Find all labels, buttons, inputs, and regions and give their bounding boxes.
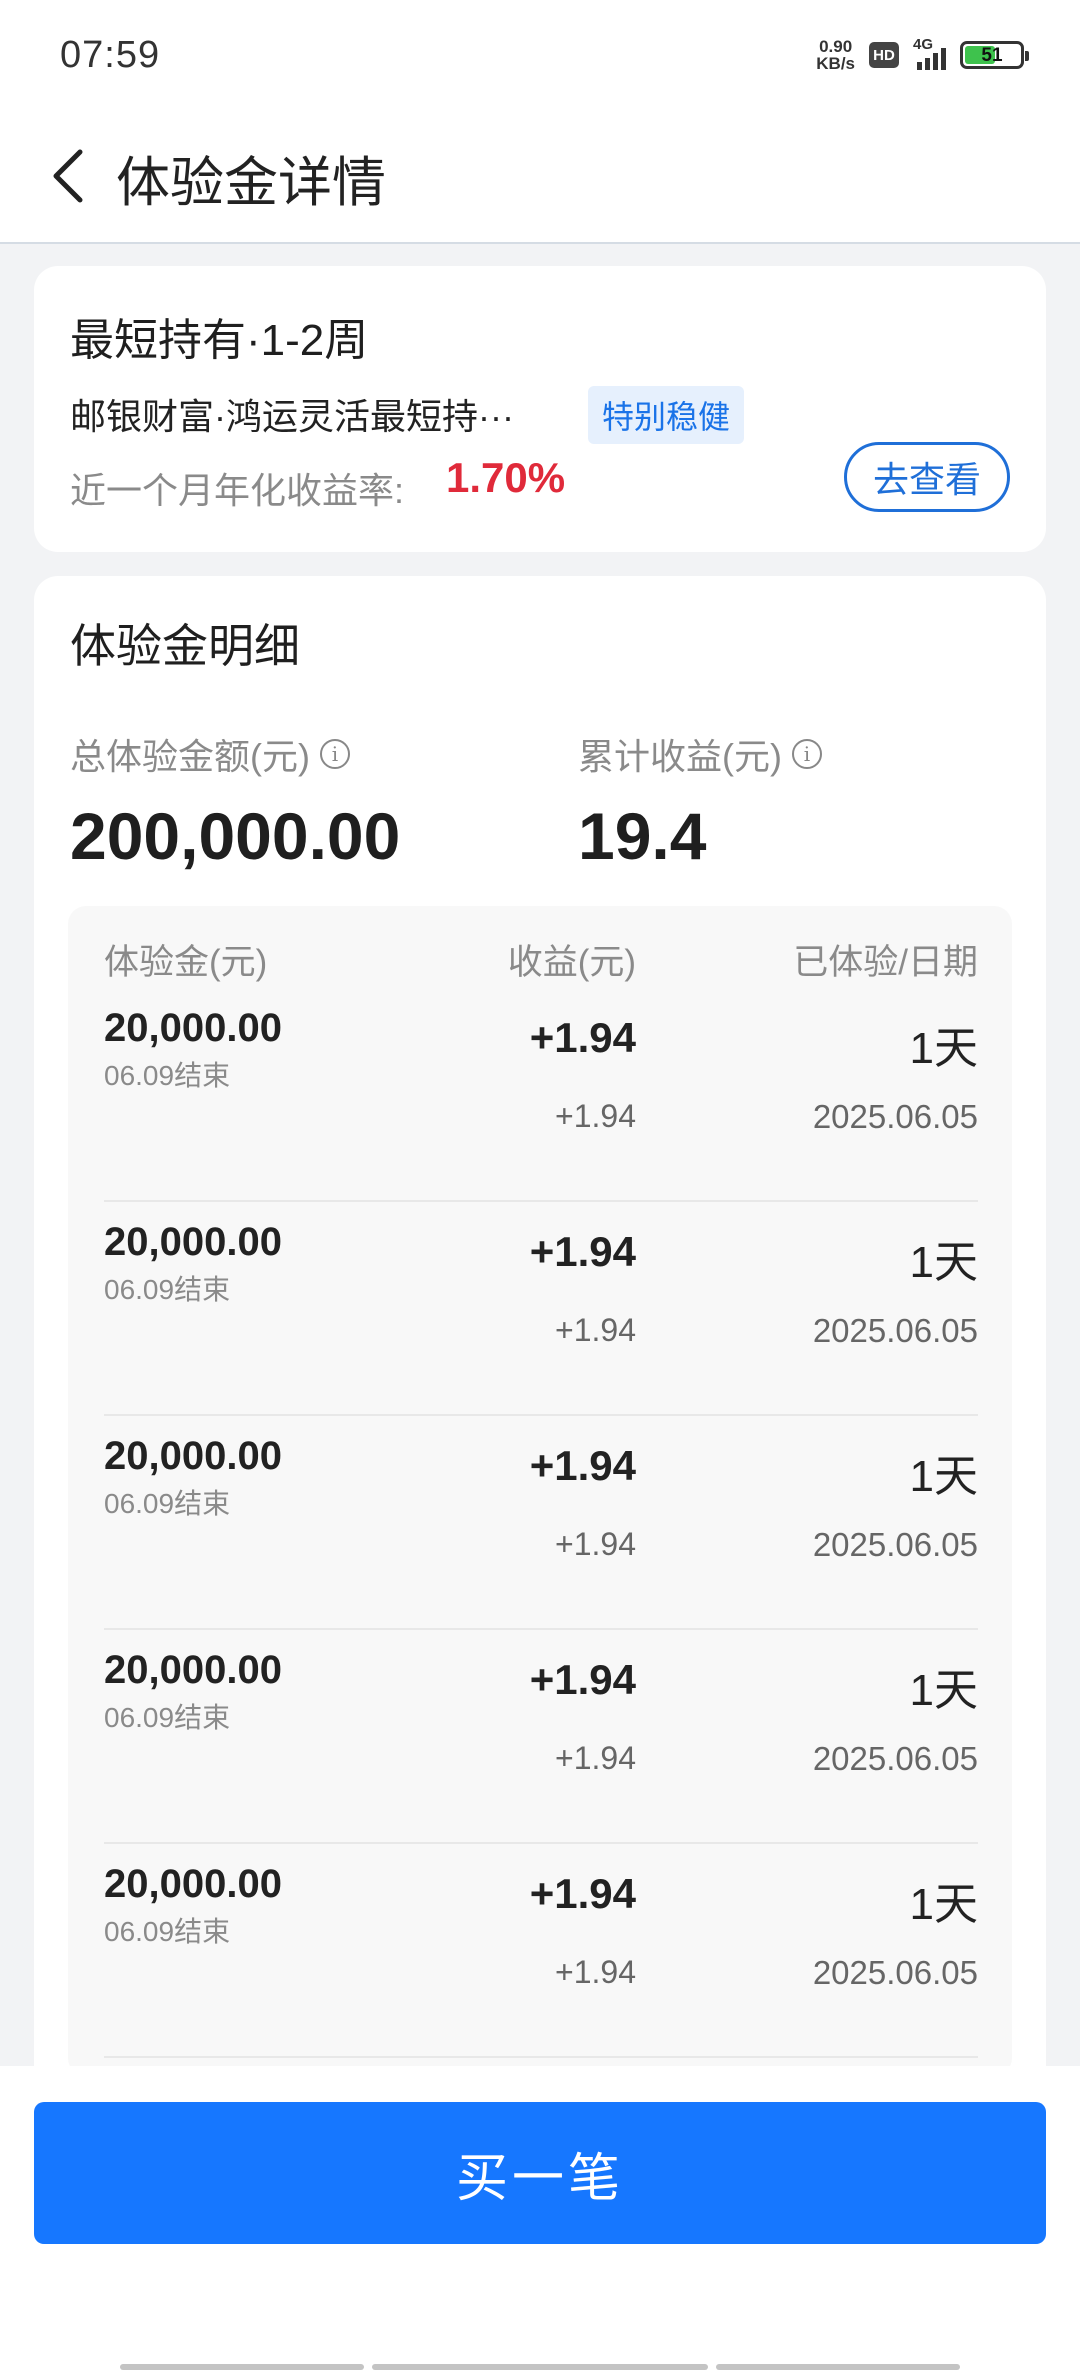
table-row: 20,000.00 06.09结束 +1.94 +1.94 1天 2025.06… [68, 988, 1012, 1202]
row-amount: 20,000.00 [104, 1220, 282, 1264]
row-daily-earnings: +1.94 [555, 1954, 636, 1990]
page-title: 体验金详情 [116, 153, 386, 213]
row-date: 2025.06.05 [812, 1954, 978, 1991]
table-row: 20,000.00 06.09结束 +1.94 +1.94 1天 2025.06… [68, 1844, 1012, 2058]
row-date: 2025.06.05 [812, 1098, 978, 1135]
total-earnings-label-text: 累计收益(元) [578, 736, 782, 777]
buy-button[interactable]: 买一笔 [34, 2102, 1046, 2244]
row-end-date: 06.09结束 [104, 1060, 231, 1091]
product-card[interactable]: 最短持有·1-2周 邮银财富·鸿运灵活最短持··· 特别稳健 近一个月年化收益率… [34, 266, 1046, 552]
row-days: 1天 [909, 1024, 978, 1073]
net-speed-value: 0.90 [819, 37, 853, 56]
product-name: 邮银财富·鸿运灵活最短持··· [70, 396, 514, 437]
col-header-date: 已体验/日期 [793, 943, 978, 982]
net-speed: 0.90 KB/s [816, 38, 855, 72]
row-end-date: 06.09结束 [104, 1274, 231, 1305]
row-days: 1天 [909, 1666, 978, 1715]
row-earnings: +1.94 [529, 1656, 636, 1703]
row-end-date: 06.09结束 [104, 1702, 231, 1733]
row-date: 2025.06.05 [812, 1526, 978, 1563]
status-time: 07:59 [60, 34, 161, 76]
table-rows: 20,000.00 06.09结束 +1.94 +1.94 1天 2025.06… [68, 988, 1012, 2058]
row-earnings: +1.94 [529, 1442, 636, 1489]
net-speed-unit: KB/s [816, 54, 855, 73]
row-amount: 20,000.00 [104, 1862, 282, 1906]
status-bar: 07:59 0.90 KB/s HD 4G 51 [0, 0, 1080, 110]
row-earnings: +1.94 [529, 1228, 636, 1275]
row-daily-earnings: +1.94 [555, 1312, 636, 1348]
row-amount: 20,000.00 [104, 1648, 282, 1692]
row-date: 2025.06.05 [812, 1312, 978, 1349]
back-button[interactable] [40, 144, 100, 208]
nav-bar: 体验金详情 [0, 110, 1080, 244]
view-product-button[interactable]: 去查看 [844, 442, 1010, 512]
gesture-bar-right[interactable] [716, 2364, 960, 2370]
bottom-action-bar: 买一笔 [0, 2066, 1080, 2376]
total-amount-label: 总体验金额(元) i [70, 728, 350, 780]
total-amount-label-text: 总体验金额(元) [70, 736, 310, 777]
table-row: 20,000.00 06.09结束 +1.94 +1.94 1天 2025.06… [68, 1416, 1012, 1630]
product-holding-title: 最短持有·1-2周 [70, 316, 369, 365]
row-daily-earnings: +1.94 [555, 1098, 636, 1134]
row-earnings: +1.94 [529, 1014, 636, 1061]
row-amount: 20,000.00 [104, 1006, 282, 1050]
status-icons: 0.90 KB/s HD 4G 51 [816, 36, 1029, 72]
total-amount-value: 200,000.00 [70, 799, 401, 873]
row-days: 1天 [909, 1452, 978, 1501]
table-row: 20,000.00 06.09结束 +1.94 +1.94 1天 2025.06… [68, 1202, 1012, 1416]
info-icon[interactable]: i [319, 739, 350, 769]
network-type: 4G [913, 36, 934, 53]
row-end-date: 06.09结束 [104, 1488, 231, 1519]
battery-level: 51 [981, 45, 1003, 66]
table-row: 20,000.00 06.09结束 +1.94 +1.94 1天 2025.06… [68, 1630, 1012, 1844]
total-earnings-value: 19.4 [578, 799, 707, 873]
row-days: 1天 [909, 1238, 978, 1287]
battery-icon: 51 [960, 41, 1029, 69]
total-earnings-label: 累计收益(元) i [578, 728, 822, 780]
row-earnings: +1.94 [529, 1870, 636, 1917]
risk-tag: 特别稳健 [588, 386, 745, 444]
hd-icon: HD [869, 42, 899, 68]
col-header-amount: 体验金(元) [104, 943, 268, 982]
rate-value: 1.70% [446, 454, 566, 501]
row-days: 1天 [909, 1880, 978, 1929]
gesture-bar-center[interactable] [372, 2364, 708, 2370]
detail-table: 体验金(元) 收益(元) 已体验/日期 20,000.00 06.09结束 +1… [68, 906, 1012, 2076]
rate-label: 近一个月年化收益率: [70, 470, 405, 511]
row-daily-earnings: +1.94 [555, 1526, 636, 1562]
signal-icon: 4G [913, 36, 946, 70]
back-arrow-icon [53, 149, 83, 203]
detail-card: 体验金明细 总体验金额(元) i 200,000.00 累计收益(元) i 19… [34, 576, 1046, 2076]
row-daily-earnings: +1.94 [555, 1740, 636, 1776]
info-icon[interactable]: i [791, 739, 822, 769]
row-date: 2025.06.05 [812, 1740, 978, 1777]
col-header-earnings: 收益(元) [507, 943, 636, 982]
detail-title: 体验金明细 [70, 620, 300, 672]
gesture-bar-left[interactable] [120, 2364, 364, 2370]
table-header: 体验金(元) 收益(元) 已体验/日期 [68, 906, 1012, 982]
row-end-date: 06.09结束 [104, 1916, 231, 1947]
row-amount: 20,000.00 [104, 1434, 282, 1478]
